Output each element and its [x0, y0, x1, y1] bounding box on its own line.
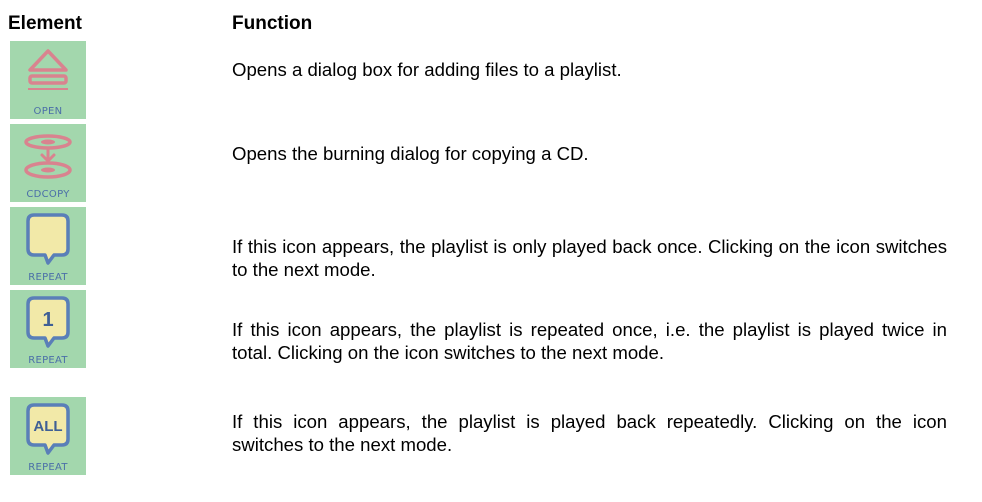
repeat-button[interactable]: 1 REPEAT — [10, 290, 86, 368]
repeat-off-description: If this icon appears, the playlist is on… — [232, 236, 947, 280]
open-description: Opens a dialog box for adding files to a… — [232, 59, 622, 80]
repeat-button[interactable]: REPEAT — [10, 207, 86, 285]
repeat-one-badge: 1 — [42, 309, 53, 331]
function-header: Function — [232, 13, 313, 34]
repeat-all-badge: ALL — [33, 418, 62, 435]
open-icon-caption: OPEN — [33, 106, 63, 117]
element-header: Element — [8, 13, 82, 34]
cdcopy-button[interactable]: CDCOPY — [10, 124, 86, 202]
repeat-icon-caption: REPEAT — [28, 272, 68, 283]
cdcopy-description: Opens the burning dialog for copying a C… — [232, 143, 589, 164]
repeat-icon-caption: REPEAT — [28, 355, 68, 366]
repeat-all-description: If this icon appears, the playlist is pl… — [232, 411, 947, 455]
cdcopy-icon-caption: CDCOPY — [26, 189, 70, 200]
repeat-one-description: If this icon appears, the playlist is re… — [232, 319, 947, 363]
open-button[interactable]: OPEN — [10, 41, 86, 119]
repeat-icon-caption: REPEAT — [28, 462, 68, 473]
repeat-button[interactable]: ALL REPEAT — [10, 397, 86, 475]
